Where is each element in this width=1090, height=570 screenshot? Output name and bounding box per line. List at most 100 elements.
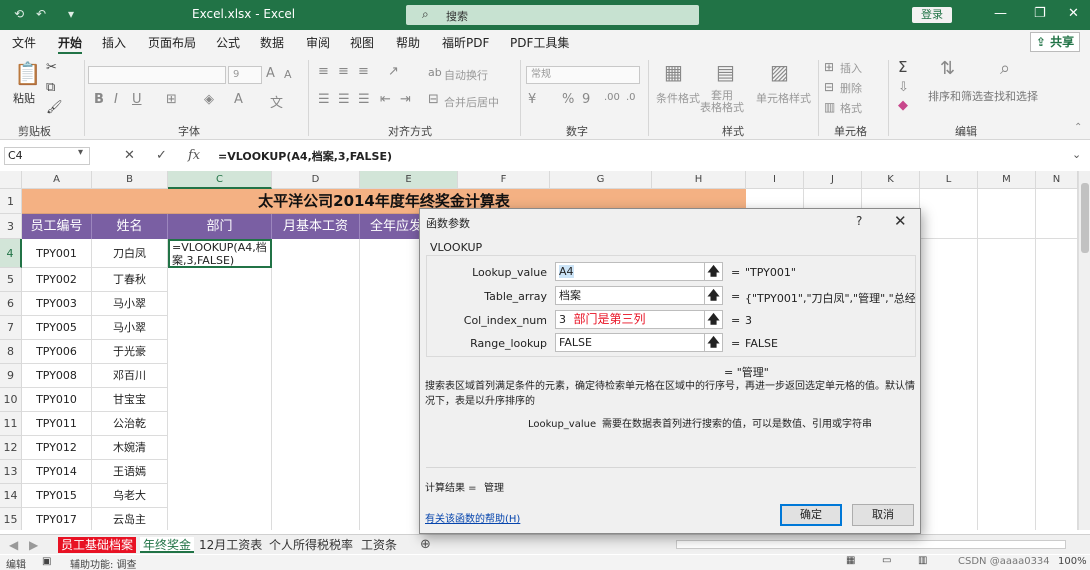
cell-employee-id[interactable]: TPY002 (22, 268, 92, 292)
tab-pdf-tools[interactable]: PDF工具集 (510, 34, 569, 51)
tab-home[interactable]: 开始 (58, 34, 83, 54)
cell-employee-id[interactable]: TPY001 (22, 239, 92, 268)
arg-input-range-lookup[interactable]: FALSE (555, 333, 705, 352)
formula-input[interactable]: =VLOOKUP(A4,档案,3,FALSE) (218, 148, 392, 164)
column-header-h[interactable]: H (652, 171, 746, 189)
cell-name[interactable]: 云岛主 (92, 508, 168, 530)
tab-review[interactable]: 审阅 (306, 34, 330, 51)
page-layout-view-icon[interactable]: ▭ (882, 555, 891, 566)
sheet-tab-year-end-bonus[interactable]: 年终奖金 (140, 537, 195, 553)
column-header-b[interactable]: B (92, 171, 168, 189)
ok-button[interactable]: 确定 (780, 504, 842, 526)
fill-icon[interactable]: ⇩ (898, 80, 909, 95)
fill-color-icon[interactable]: ◈ (204, 92, 214, 107)
sheet-tab-december-payroll[interactable]: 12月工资表 (196, 537, 265, 553)
row-header[interactable]: 6 (0, 292, 22, 316)
login-button[interactable]: 登录 (912, 7, 952, 23)
add-sheet-icon[interactable]: ⊕ (420, 537, 431, 552)
minimize-button[interactable]: — (994, 6, 1007, 21)
header-annual-pay[interactable]: 全年应发 (360, 214, 420, 239)
collapse-dialog-button[interactable]: 🡅 (705, 333, 723, 352)
italic-icon[interactable]: I (114, 92, 118, 107)
row-header[interactable]: 3 (0, 214, 22, 239)
zoom-level[interactable]: 100% (1058, 556, 1087, 567)
cell-name[interactable]: 木婉清 (92, 436, 168, 460)
dialog-help-button[interactable]: ? (856, 214, 862, 228)
collapse-dialog-button[interactable]: 🡅 (705, 286, 723, 305)
decrease-indent-icon[interactable]: ⇤ (380, 92, 391, 107)
cut-icon[interactable]: ✂ (46, 60, 57, 75)
share-button[interactable]: ⇪ 共享 (1030, 32, 1080, 52)
sheet-tab-tax-rates[interactable]: 个人所得税税率 (266, 537, 356, 553)
align-middle-icon[interactable]: ≡ (338, 64, 349, 79)
cancel-entry-icon[interactable]: ✕ (124, 148, 135, 163)
sheet-tab-pay-slip[interactable]: 工资条 (358, 537, 400, 553)
cell-employee-id[interactable]: TPY011 (22, 412, 92, 436)
row-header[interactable]: 5 (0, 268, 22, 292)
merge-center-label[interactable]: 合并后居中 (444, 94, 499, 110)
format-painter-icon[interactable]: 🖌 (46, 100, 63, 115)
vertical-scrollbar[interactable] (1078, 171, 1090, 530)
orientation-icon[interactable]: ↗ (388, 64, 399, 79)
cell-employee-id[interactable]: TPY015 (22, 484, 92, 508)
format-as-table-icon[interactable]: ▤ (716, 60, 735, 84)
font-size-select[interactable]: 9 (228, 66, 262, 84)
expand-formula-icon[interactable]: ⌄ (1072, 148, 1081, 161)
insert-cells-icon[interactable]: ⊞ (824, 60, 834, 74)
row-header[interactable]: 1 (0, 189, 22, 214)
cell-name[interactable]: 马小翠 (92, 292, 168, 316)
collapse-ribbon-icon[interactable]: ⌃ (1074, 122, 1082, 133)
cell-employee-id[interactable]: TPY017 (22, 508, 92, 530)
insert-cells-label[interactable]: 插入 (840, 60, 862, 76)
column-header-d[interactable]: D (272, 171, 360, 189)
empty-cells[interactable] (978, 189, 1036, 239)
select-all-corner[interactable] (0, 171, 22, 189)
empty-cells[interactable] (978, 239, 1036, 530)
dialog-close-button[interactable]: ✕ (894, 212, 907, 230)
cell-name[interactable]: 甘宝宝 (92, 388, 168, 412)
column-header-k[interactable]: K (862, 171, 920, 189)
next-sheet-icon[interactable]: ▶ (26, 537, 41, 553)
font-shrink-icon[interactable]: A (284, 68, 292, 81)
format-cells-icon[interactable]: ▥ (824, 100, 835, 114)
cell-employee-id[interactable]: TPY014 (22, 460, 92, 484)
wrap-text-icon[interactable]: ab (428, 66, 442, 79)
accessibility-status[interactable]: 辅助功能: 调查 (70, 556, 137, 570)
empty-cells[interactable] (360, 239, 420, 530)
sheet-tab-employee-archive[interactable]: 员工基础档案 (58, 537, 137, 553)
macro-record-icon[interactable]: ▣ (42, 556, 51, 567)
autosave-icon[interactable]: ⟲ (14, 7, 24, 21)
collapse-dialog-button[interactable]: 🡅 (705, 262, 723, 281)
cell-name[interactable]: 王语嫣 (92, 460, 168, 484)
paste-label[interactable]: 粘贴 (13, 90, 35, 106)
font-grow-icon[interactable]: A (266, 66, 275, 81)
row-header[interactable]: 9 (0, 364, 22, 388)
delete-cells-label[interactable]: 删除 (840, 80, 862, 96)
header-name[interactable]: 姓名 (92, 214, 168, 239)
tab-file[interactable]: 文件 (12, 34, 36, 51)
comma-icon[interactable]: 9 (582, 92, 590, 107)
phonetic-icon[interactable]: 文 (270, 92, 283, 111)
sort-filter-label[interactable]: 排序和筛选 (928, 88, 983, 104)
cell-name[interactable]: 马小翠 (92, 316, 168, 340)
align-center-icon[interactable]: ☰ (338, 92, 350, 107)
arg-input-lookup-value[interactable]: A4 (555, 262, 705, 281)
column-header-n[interactable]: N (1036, 171, 1078, 189)
header-monthly-salary[interactable]: 月基本工资 (272, 214, 360, 239)
cell-name[interactable]: 于光豪 (92, 340, 168, 364)
empty-cells[interactable] (168, 268, 272, 530)
cancel-button[interactable]: 取消 (852, 504, 914, 526)
cell-name[interactable]: 刀白凤 (92, 239, 168, 268)
column-header-j[interactable]: J (804, 171, 862, 189)
increase-decimal-icon[interactable]: .00 (604, 92, 620, 103)
insert-function-icon[interactable]: fx (188, 148, 200, 163)
cell-name[interactable]: 公治乾 (92, 412, 168, 436)
restore-button[interactable]: ❐ (1034, 6, 1046, 21)
close-window-button[interactable]: ✕ (1068, 6, 1079, 21)
row-header[interactable]: 13 (0, 460, 22, 484)
sort-filter-icon[interactable]: ⇅ (940, 58, 955, 79)
function-help-link[interactable]: 有关该函数的帮助(H) (425, 510, 520, 525)
column-header-m[interactable]: M (978, 171, 1036, 189)
row-header[interactable]: 15 (0, 508, 22, 530)
empty-cells[interactable] (920, 239, 978, 530)
